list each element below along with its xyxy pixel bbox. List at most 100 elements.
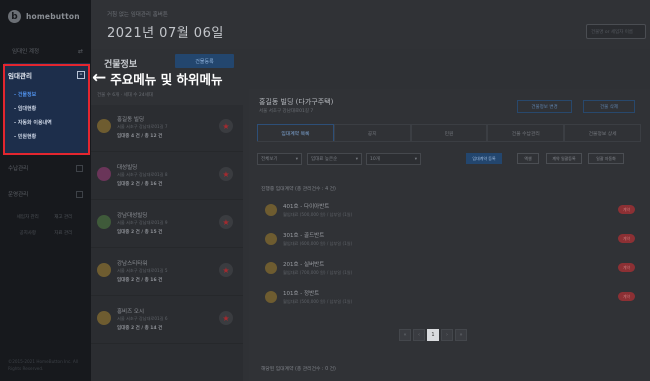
unit-name: 101호 - 정반트: [283, 291, 320, 297]
submenu-rent-status[interactable]: - 임대현황: [14, 101, 90, 115]
rent-management-header[interactable]: 임대관리 –: [4, 63, 90, 87]
submenu-automation-history[interactable]: - 자동화 이용내역: [14, 115, 90, 129]
sidebar-subitem[interactable]: 재고 관리: [46, 214, 82, 220]
building-card[interactable]: 대성빌딩 서울 서초구 강남대로01길 8 임대중 2 건 / 총 16 건 ★: [91, 153, 243, 200]
building-card[interactable]: 강남대성빌딩 서울 서초구 강남대로01길 9 임대중 2 건 / 총 15 건…: [91, 201, 243, 248]
view-filter-value: 전체보기: [261, 157, 278, 162]
building-card[interactable]: 강남스티타워 서울 서초구 강남대로01길 5 임대중 2 건 / 총 16 건…: [91, 249, 243, 296]
building-detail-panel: 홍길동 빌딩 (다가구주택) 서울 서초구 강남대로01길 7 건물정보 변경 …: [249, 89, 650, 381]
favorite-star-icon[interactable]: ★: [219, 263, 233, 277]
sidebar-subitem[interactable]: 공지사항: [10, 230, 46, 236]
main-content: 건물정보 건물등록 건물 수 6개 · 세대 수 24세대 홍길동 빌딩 서울 …: [91, 49, 650, 381]
page-number[interactable]: 1: [427, 329, 439, 341]
unit-info: 월임대료 (700,000 원) / 납부일 (1일): [283, 270, 353, 275]
status-badge: 계약: [618, 263, 635, 272]
building-rent-count: 임대중 2 건 / 총 16 건: [117, 182, 163, 187]
pagination: « ‹ 1 › »: [399, 329, 467, 341]
tab-payments[interactable]: 건물 수납관리: [487, 124, 565, 141]
edit-building-button[interactable]: 건물정보 변경: [517, 100, 572, 113]
collapse-icon[interactable]: –: [77, 71, 85, 79]
favorite-star-icon[interactable]: ★: [219, 311, 233, 325]
page-size-value: 10개: [370, 157, 380, 162]
unit-name: 301호 - 골드반트: [283, 233, 325, 239]
favorite-star-icon[interactable]: ★: [219, 167, 233, 181]
building-thumbnail-icon: [97, 263, 111, 277]
contract-row[interactable]: 101호 - 정반트 월임대료 (500,000 원) / 납부일 (1일) 계…: [265, 286, 635, 310]
building-thumbnail-icon: [97, 119, 111, 133]
add-contract-button[interactable]: 임대계약 등록: [466, 153, 502, 164]
building-address: 서울 서초구 강남대로01길 8: [117, 172, 168, 177]
building-thumbnail-icon: [97, 167, 111, 181]
excel-button[interactable]: 엑셀: [517, 153, 539, 164]
account-switcher[interactable]: 임대인 계정 ⇄: [0, 43, 91, 59]
expand-icon: [76, 164, 83, 172]
annotation-callout: ← 주요메뉴 및 하위메뉴: [92, 69, 222, 88]
sidebar-subitem[interactable]: 자료 관리: [46, 230, 82, 236]
chevron-down-icon: ▾: [414, 156, 417, 162]
next-page-button[interactable]: ›: [441, 329, 453, 341]
header-date: 2021년 07월 06일: [107, 26, 224, 41]
tab-complaints[interactable]: 민원: [410, 124, 488, 141]
submenu-building-info[interactable]: - 건물정보: [14, 87, 90, 101]
building-name: 대성빌딩: [117, 165, 138, 171]
sidebar-item-label: 운영관리: [8, 192, 29, 198]
search-input[interactable]: 건물명 or 세입자 이름: [586, 24, 646, 39]
brand-name: homebutton: [26, 12, 80, 21]
unit-name: 401호 - 다이아반트: [283, 204, 330, 210]
building-card[interactable]: 홍비즈 오시 서울 서초구 강남대로01길 6 임대중 2 건 / 총 14 건…: [91, 297, 243, 344]
expand-icon: [76, 190, 83, 198]
rent-submenu: - 건물정보 - 임대현황 - 자동화 이용내역 - 민원현황: [4, 87, 90, 143]
building-list: 홍길동 빌딩 서울 서초구 강남대로01길 7 임대중 4 건 / 총 12 건…: [91, 105, 243, 381]
homebutton-logo-icon: b: [8, 10, 21, 23]
app-window: b homebutton 임대인 계정 ⇄ 임대관리 – - 건물정보 - 임대…: [0, 0, 650, 381]
sidebar-item-label: 수납관리: [8, 166, 29, 172]
building-rent-count: 임대중 2 건 / 총 16 건: [117, 278, 163, 283]
building-address: 서울 서초구 강남대로01길 5: [117, 268, 168, 273]
contract-row[interactable]: 201호 - 실버반트 월임대료 (700,000 원) / 납부일 (1일) …: [265, 257, 635, 281]
sort-value: 임대료 높은순: [311, 157, 338, 162]
unit-avatar-icon: [265, 204, 277, 216]
building-rent-count: 임대중 4 건 / 총 12 건: [117, 134, 163, 139]
building-address: 서울 서초구 강남대로01길 9: [117, 220, 168, 225]
sort-select[interactable]: 임대료 높은순 ▾: [307, 153, 362, 165]
sidebar-item-operations[interactable]: 운영관리: [0, 187, 91, 201]
header-subtitle: 거침 없는 임대관리 홈버튼: [107, 12, 168, 18]
building-name: 강남대성빌딩: [117, 213, 148, 219]
contract-row[interactable]: 401호 - 다이아반트 월임대료 (500,000 원) / 납부일 (1일)…: [265, 199, 635, 223]
building-count: 건물 수 6개 · 세대 수 24세대: [97, 93, 153, 98]
submenu-complaints[interactable]: - 민원현황: [14, 129, 90, 143]
delete-building-button[interactable]: 건물 삭제: [583, 100, 635, 113]
tab-contracts[interactable]: 임대계약 목록: [257, 124, 334, 141]
rent-management-menu: 임대관리 – - 건물정보 - 임대현황 - 자동화 이용내역 - 민원현황: [4, 63, 90, 155]
prev-page-button[interactable]: ‹: [413, 329, 425, 341]
building-thumbnail-icon: [97, 311, 111, 325]
bulk-automation-button[interactable]: 일괄 자동화: [588, 153, 624, 164]
tab-notice[interactable]: 공지: [333, 124, 411, 141]
sidebar-subitem[interactable]: 세입자 관리: [10, 214, 46, 220]
sidebar-item-payments[interactable]: 수납관리: [0, 161, 91, 175]
status-badge: 계약: [618, 205, 635, 214]
first-page-button[interactable]: «: [399, 329, 411, 341]
favorite-star-icon[interactable]: ★: [219, 119, 233, 133]
view-filter-select[interactable]: 전체보기 ▾: [257, 153, 302, 165]
last-page-button[interactable]: »: [455, 329, 467, 341]
page-size-select[interactable]: 10개 ▾: [366, 153, 421, 165]
contract-row[interactable]: 301호 - 골드반트 월임대료 (600,000 원) / 납부일 (1일) …: [265, 228, 635, 252]
bulk-register-button[interactable]: 계약 일괄등록: [546, 153, 582, 164]
building-name: 홍길동 빌딩: [117, 117, 145, 123]
unit-info: 월임대료 (500,000 원) / 납부일 (1일): [283, 299, 353, 304]
arrow-left-icon: ←: [92, 68, 107, 88]
building-rent-count: 임대중 2 건 / 총 14 건: [117, 326, 163, 331]
register-building-button[interactable]: 건물등록: [175, 54, 234, 68]
unit-avatar-icon: [265, 233, 277, 245]
building-address: 서울 서초구 강남대로01길 7: [117, 124, 168, 129]
building-card[interactable]: 홍길동 빌딩 서울 서초구 강남대로01길 7 임대중 4 건 / 총 12 건…: [91, 105, 243, 152]
active-contracts-title: 진행중 임대계약 (총 관리건수 : 4 건): [261, 187, 336, 192]
account-label: 임대인 계정: [12, 49, 40, 55]
operations-submenu: 세입자 관리 재고 관리 공지사항 자료 관리: [0, 214, 91, 236]
sidebar-footer: ©2015-2021 HomeButton Inc. All Rights Re…: [8, 359, 79, 371]
favorite-star-icon[interactable]: ★: [219, 215, 233, 229]
tab-building-detail[interactable]: 건물정보 상세: [564, 124, 641, 141]
brand[interactable]: b homebutton: [8, 10, 80, 23]
detail-address: 서울 서초구 강남대로01길 7: [259, 109, 314, 114]
